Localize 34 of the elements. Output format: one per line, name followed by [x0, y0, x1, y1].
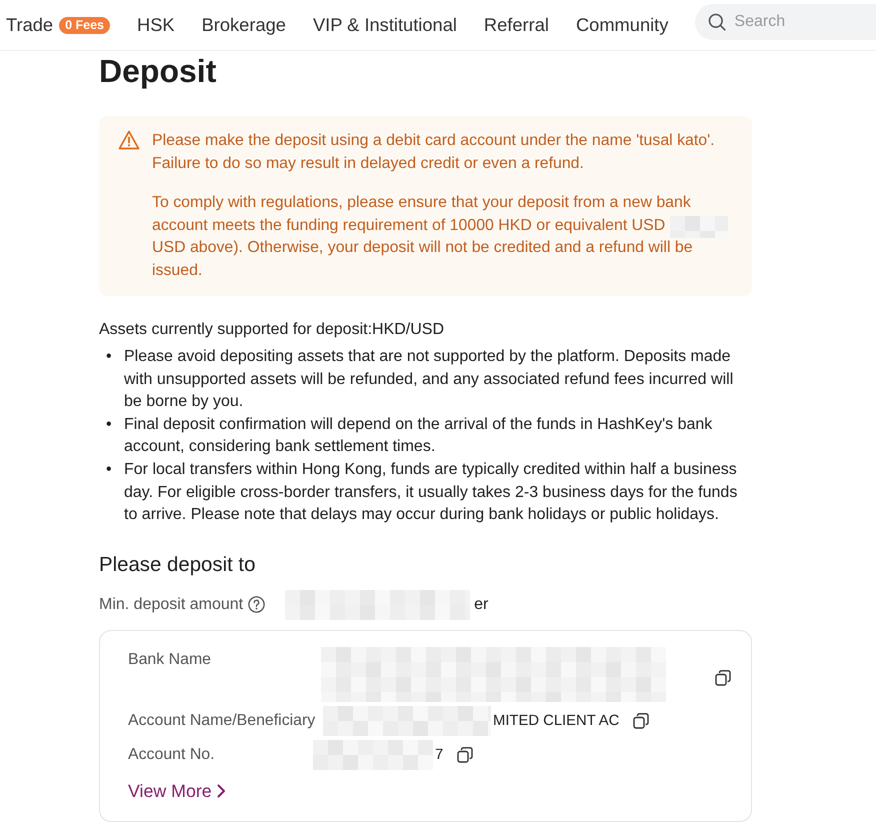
- page-title: Deposit: [99, 52, 218, 91]
- copy-icon[interactable]: [633, 712, 650, 729]
- min-deposit-label: Min. deposit amount: [99, 594, 244, 615]
- list-bullet: •: [105, 347, 113, 367]
- view-more-link[interactable]: View More: [128, 778, 226, 804]
- field-value: 7: [435, 746, 444, 765]
- copy-icon[interactable]: [715, 670, 731, 686]
- help-icon[interactable]: [248, 596, 266, 614]
- notice-text: Please make the deposit using a debit card account under the name 'tusal kato'. Failure to do so may result in delayed credit or even a refund.: [152, 131, 716, 174]
- notice-text: To comply with regulations, please ensure that your deposit from a new bank account meets the funding requirement of 10000 HKD or equivalent USD USD above). Otherwise, your deposit will not be credited and a refund will be issued.: [152, 192, 738, 282]
- section-title: Please deposit to: [99, 552, 256, 578]
- nav-link[interactable]: HSK: [137, 13, 175, 37]
- note-item: For local transfers within Hong Kong, funds are typically credited within half a business day. For eligible cross-border transfers, it usually takes 2-3 business days for the funds to arrive. Please note that delays may occur during bank holidays or public holidays.: [124, 460, 738, 526]
- field-label: Account Name/Beneficiary: [128, 710, 316, 731]
- search-field[interactable]: Search: [695, 4, 876, 40]
- nav-link[interactable]: Trade 0 Fees: [6, 13, 110, 37]
- copy-icon[interactable]: [457, 746, 474, 763]
- field-value: MITED CLIENT AC: [493, 712, 620, 731]
- nav-link[interactable]: Referral: [484, 13, 549, 37]
- note-item: Final deposit confirmation will depend on the arrival of the funds in HashKey's bank account, considering bank settlement times.: [124, 414, 714, 458]
- assets-heading: Assets currently supported for deposit:HKD/USD: [99, 320, 446, 340]
- chevron-right-icon: [216, 784, 226, 798]
- warning-icon: [118, 130, 140, 150]
- nav-link[interactable]: Brokerage: [202, 13, 286, 37]
- field-label: Bank Name: [128, 650, 212, 670]
- min-deposit-value: er: [474, 594, 488, 615]
- nav-link[interactable]: VIP & Institutional: [312, 13, 457, 37]
- list-bullet: •: [105, 460, 113, 480]
- fees-badge: 0 Fees: [59, 16, 110, 34]
- field-label: Account No.: [128, 744, 216, 765]
- list-bullet: •: [105, 414, 113, 435]
- search-icon: [708, 13, 726, 31]
- nav-link[interactable]: Community: [576, 13, 668, 37]
- note-item: Please avoid depositing assets that are not supported by the platform. Deposits made with unsupported assets will be refunded, and any associated refund fees incurred will be borne by you.: [124, 347, 734, 412]
